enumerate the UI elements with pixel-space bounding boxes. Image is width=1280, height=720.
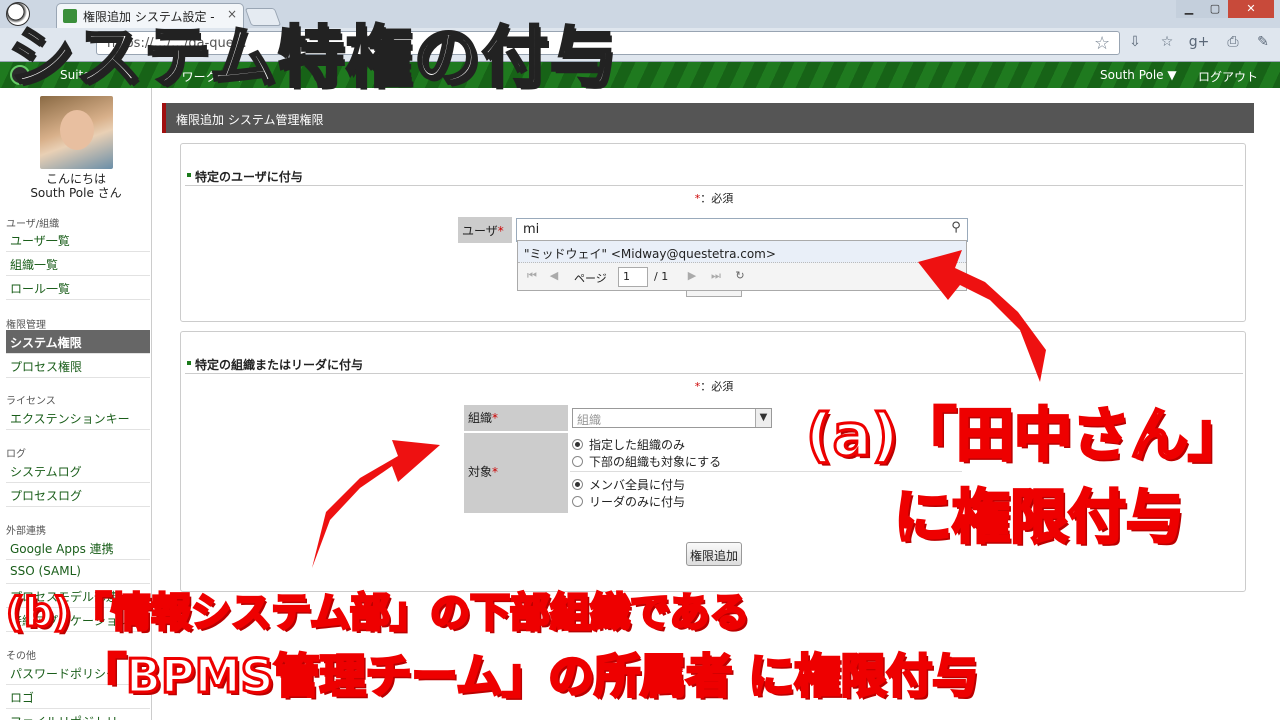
arrow-a [918,250,1046,382]
overlay-title: システム特権の付与 [6,18,619,98]
overlay-a-line2: に権限付与 [892,482,1185,553]
arrow-b [312,440,440,568]
overlay-b-line2: 「BPMS管理チーム」の所属者 に権限付与 [78,648,979,705]
overlay-b-line1: (b)「情報システム部」の下部組織である [5,589,752,638]
overlay-a-line1: (a)「田中さん」 [804,400,1247,471]
